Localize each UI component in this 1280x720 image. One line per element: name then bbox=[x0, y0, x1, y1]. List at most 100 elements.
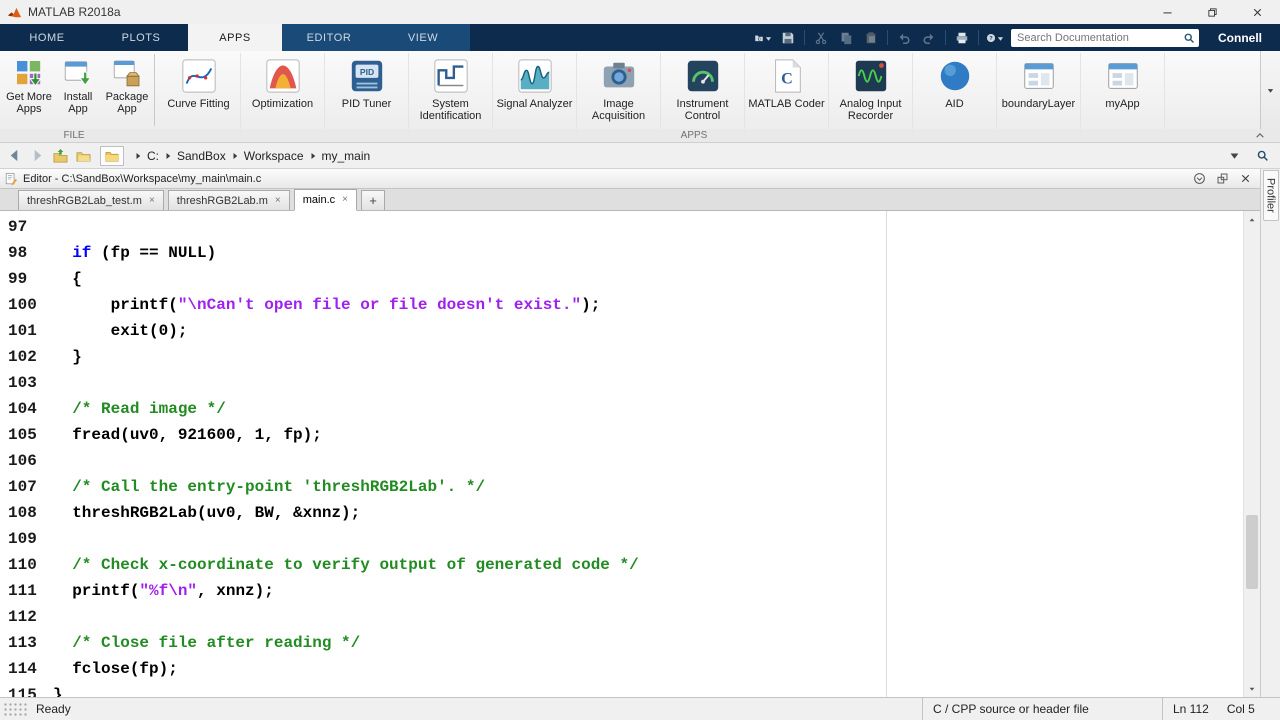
code-line-106[interactable]: 106 bbox=[0, 448, 1243, 474]
profiler-tab[interactable]: Profiler bbox=[1263, 170, 1279, 221]
code-line-102[interactable]: 102 } bbox=[0, 344, 1243, 370]
app-optimization[interactable]: Optimization bbox=[241, 53, 325, 129]
recent-folders-dropdown-icon[interactable] bbox=[1224, 146, 1244, 166]
code-line-107[interactable]: 107 /* Call the entry-point 'threshRGB2L… bbox=[0, 474, 1243, 500]
toolstrip-tab-view[interactable]: VIEW bbox=[376, 24, 470, 51]
current-folder-icon[interactable] bbox=[100, 146, 124, 166]
gallery-expand-button[interactable] bbox=[1260, 51, 1280, 129]
search-input[interactable] bbox=[1017, 32, 1183, 44]
breadcrumb-arrow-icon[interactable] bbox=[306, 152, 320, 160]
close-editor-icon[interactable] bbox=[1239, 172, 1252, 185]
toolstrip-tab-editor[interactable]: EDITOR bbox=[282, 24, 376, 51]
scrollbar-thumb[interactable] bbox=[1246, 515, 1258, 589]
close-window-button[interactable] bbox=[1235, 0, 1280, 24]
aid-icon bbox=[936, 57, 974, 95]
breadcrumb-arrow-icon[interactable] bbox=[228, 152, 242, 160]
paste-icon[interactable] bbox=[862, 29, 880, 47]
code-line-115[interactable]: 115} bbox=[0, 682, 1243, 697]
new-tab-button[interactable]: + bbox=[361, 190, 385, 210]
app-system-identification[interactable]: System Identification bbox=[409, 53, 493, 129]
up-one-level-icon[interactable] bbox=[50, 146, 70, 166]
app-install-app[interactable]: Install App bbox=[55, 54, 101, 129]
matlab-logo-icon bbox=[7, 5, 22, 20]
breadcrumb-segment-workspace[interactable]: Workspace bbox=[242, 149, 306, 163]
breadcrumb-arrow-icon[interactable] bbox=[161, 152, 175, 160]
tab-close-icon[interactable]: × bbox=[275, 196, 281, 206]
toolbar-separator bbox=[945, 30, 946, 45]
app-get-more-apps[interactable]: Get More Apps bbox=[6, 54, 52, 129]
app-instrument-control[interactable]: Instrument Control bbox=[661, 53, 745, 129]
toolstrip-tab-apps[interactable]: APPS bbox=[188, 24, 282, 51]
toolstrip-right: C? Connell bbox=[754, 24, 1280, 51]
editor-vertical-scrollbar[interactable] bbox=[1243, 211, 1260, 697]
code-line-98[interactable]: 98 if (fp == NULL) bbox=[0, 240, 1243, 266]
undo-icon[interactable] bbox=[895, 29, 913, 47]
app-boundarylayer[interactable]: boundaryLayer bbox=[997, 53, 1081, 129]
scroll-up-icon[interactable] bbox=[1244, 211, 1260, 228]
code-line-100[interactable]: 100 printf("\nCan't open file or file do… bbox=[0, 292, 1243, 318]
breadcrumb-segment-my-main[interactable]: my_main bbox=[320, 149, 373, 163]
print-icon[interactable] bbox=[953, 29, 971, 47]
scroll-down-icon[interactable] bbox=[1244, 680, 1260, 697]
code-line-108[interactable]: 108 threshRGB2Lab(uv0, BW, &xnnz); bbox=[0, 500, 1243, 526]
app-signal-analyzer[interactable]: Signal Analyzer bbox=[493, 53, 577, 129]
app-curve-fitting[interactable]: Curve Fitting bbox=[157, 53, 241, 129]
code-line-101[interactable]: 101 exit(0); bbox=[0, 318, 1243, 344]
restore-button[interactable] bbox=[1190, 0, 1235, 24]
app-image-acquisition[interactable]: Image Acquisition bbox=[577, 53, 661, 129]
document-tab-threshrgb2lab-m[interactable]: threshRGB2Lab.m × bbox=[168, 190, 290, 210]
code-line-99[interactable]: 99 { bbox=[0, 266, 1243, 292]
minimize-button[interactable] bbox=[1145, 0, 1190, 24]
cut-icon[interactable] bbox=[812, 29, 830, 47]
package-app-icon bbox=[111, 57, 143, 89]
forward-icon[interactable] bbox=[27, 146, 47, 166]
editor-panel: Editor - C:\SandBox\Workspace\my_main\ma… bbox=[0, 169, 1260, 697]
code-line-112[interactable]: 112 bbox=[0, 604, 1243, 630]
code-line-104[interactable]: 104 /* Read image */ bbox=[0, 396, 1243, 422]
tab-close-icon[interactable]: × bbox=[149, 196, 155, 206]
toolstrip-tab-plots[interactable]: PLOTS bbox=[94, 24, 188, 51]
editor-title: Editor - C:\SandBox\Workspace\my_main\ma… bbox=[23, 173, 261, 185]
code-line-113[interactable]: 113 /* Close file after reading */ bbox=[0, 630, 1243, 656]
shortcut-c-icon[interactable]: C bbox=[754, 29, 772, 47]
code-line-110[interactable]: 110 /* Check x-coordinate to verify outp… bbox=[0, 552, 1243, 578]
code-line-105[interactable]: 105 fread(uv0, 921600, 1, fp); bbox=[0, 422, 1243, 448]
document-tab-label: threshRGB2Lab.m bbox=[177, 195, 268, 207]
code-line-97[interactable]: 97 bbox=[0, 214, 1243, 240]
breadcrumb-arrow-icon[interactable] bbox=[131, 152, 145, 160]
undock-icon[interactable] bbox=[1216, 172, 1229, 185]
code-line-103[interactable]: 103 bbox=[0, 370, 1243, 396]
app-label: Get More Apps bbox=[6, 91, 52, 116]
back-icon[interactable] bbox=[4, 146, 24, 166]
code-area[interactable]: 9798 if (fp == NULL)99 {100 printf("\nCa… bbox=[0, 211, 1243, 697]
copy-icon[interactable] bbox=[837, 29, 855, 47]
search-folder-icon[interactable] bbox=[1252, 146, 1272, 166]
app-aid[interactable]: AID bbox=[913, 53, 997, 129]
redo-icon[interactable] bbox=[920, 29, 938, 47]
app-pid-tuner[interactable]: PIDPID Tuner bbox=[325, 53, 409, 129]
code-line-114[interactable]: 114 fclose(fp); bbox=[0, 656, 1243, 682]
help-icon[interactable]: ? bbox=[986, 29, 1004, 47]
app-analog-input-recorder[interactable]: Analog Input Recorder bbox=[829, 53, 913, 129]
matlab-window: MATLAB R2018a HOMEPLOTSAPPSEDITORVIEW C?… bbox=[0, 0, 1280, 720]
toolstrip-tab-home[interactable]: HOME bbox=[0, 24, 94, 51]
editor-actions-icon[interactable] bbox=[1193, 172, 1206, 185]
document-tab-main-c[interactable]: main.c× bbox=[294, 189, 357, 211]
save-icon[interactable] bbox=[779, 29, 797, 47]
breadcrumb-segment-sandbox[interactable]: SandBox bbox=[175, 149, 228, 163]
code-line-109[interactable]: 109 bbox=[0, 526, 1243, 552]
document-tab-threshrgb2lab-test-m[interactable]: threshRGB2Lab_test.m× bbox=[18, 190, 164, 210]
ribbon-collapse-button[interactable] bbox=[1240, 129, 1280, 142]
user-account-button[interactable]: Connell bbox=[1206, 24, 1274, 51]
line-number: 110 bbox=[0, 552, 53, 578]
tab-close-icon[interactable]: × bbox=[342, 195, 348, 205]
status-file-type: C / CPP source or header file bbox=[922, 698, 1162, 720]
app-matlab-coder[interactable]: CMATLAB Coder bbox=[745, 53, 829, 129]
app-package-app[interactable]: Package App bbox=[104, 54, 150, 129]
browse-for-folder-icon[interactable] bbox=[73, 146, 93, 166]
code-line-111[interactable]: 111 printf("%f\n", xnnz); bbox=[0, 578, 1243, 604]
search-icon[interactable] bbox=[1183, 32, 1195, 44]
breadcrumb-segment-c[interactable]: C: bbox=[145, 149, 161, 163]
app-myapp[interactable]: myApp bbox=[1081, 53, 1165, 129]
line-number: 101 bbox=[0, 318, 53, 344]
